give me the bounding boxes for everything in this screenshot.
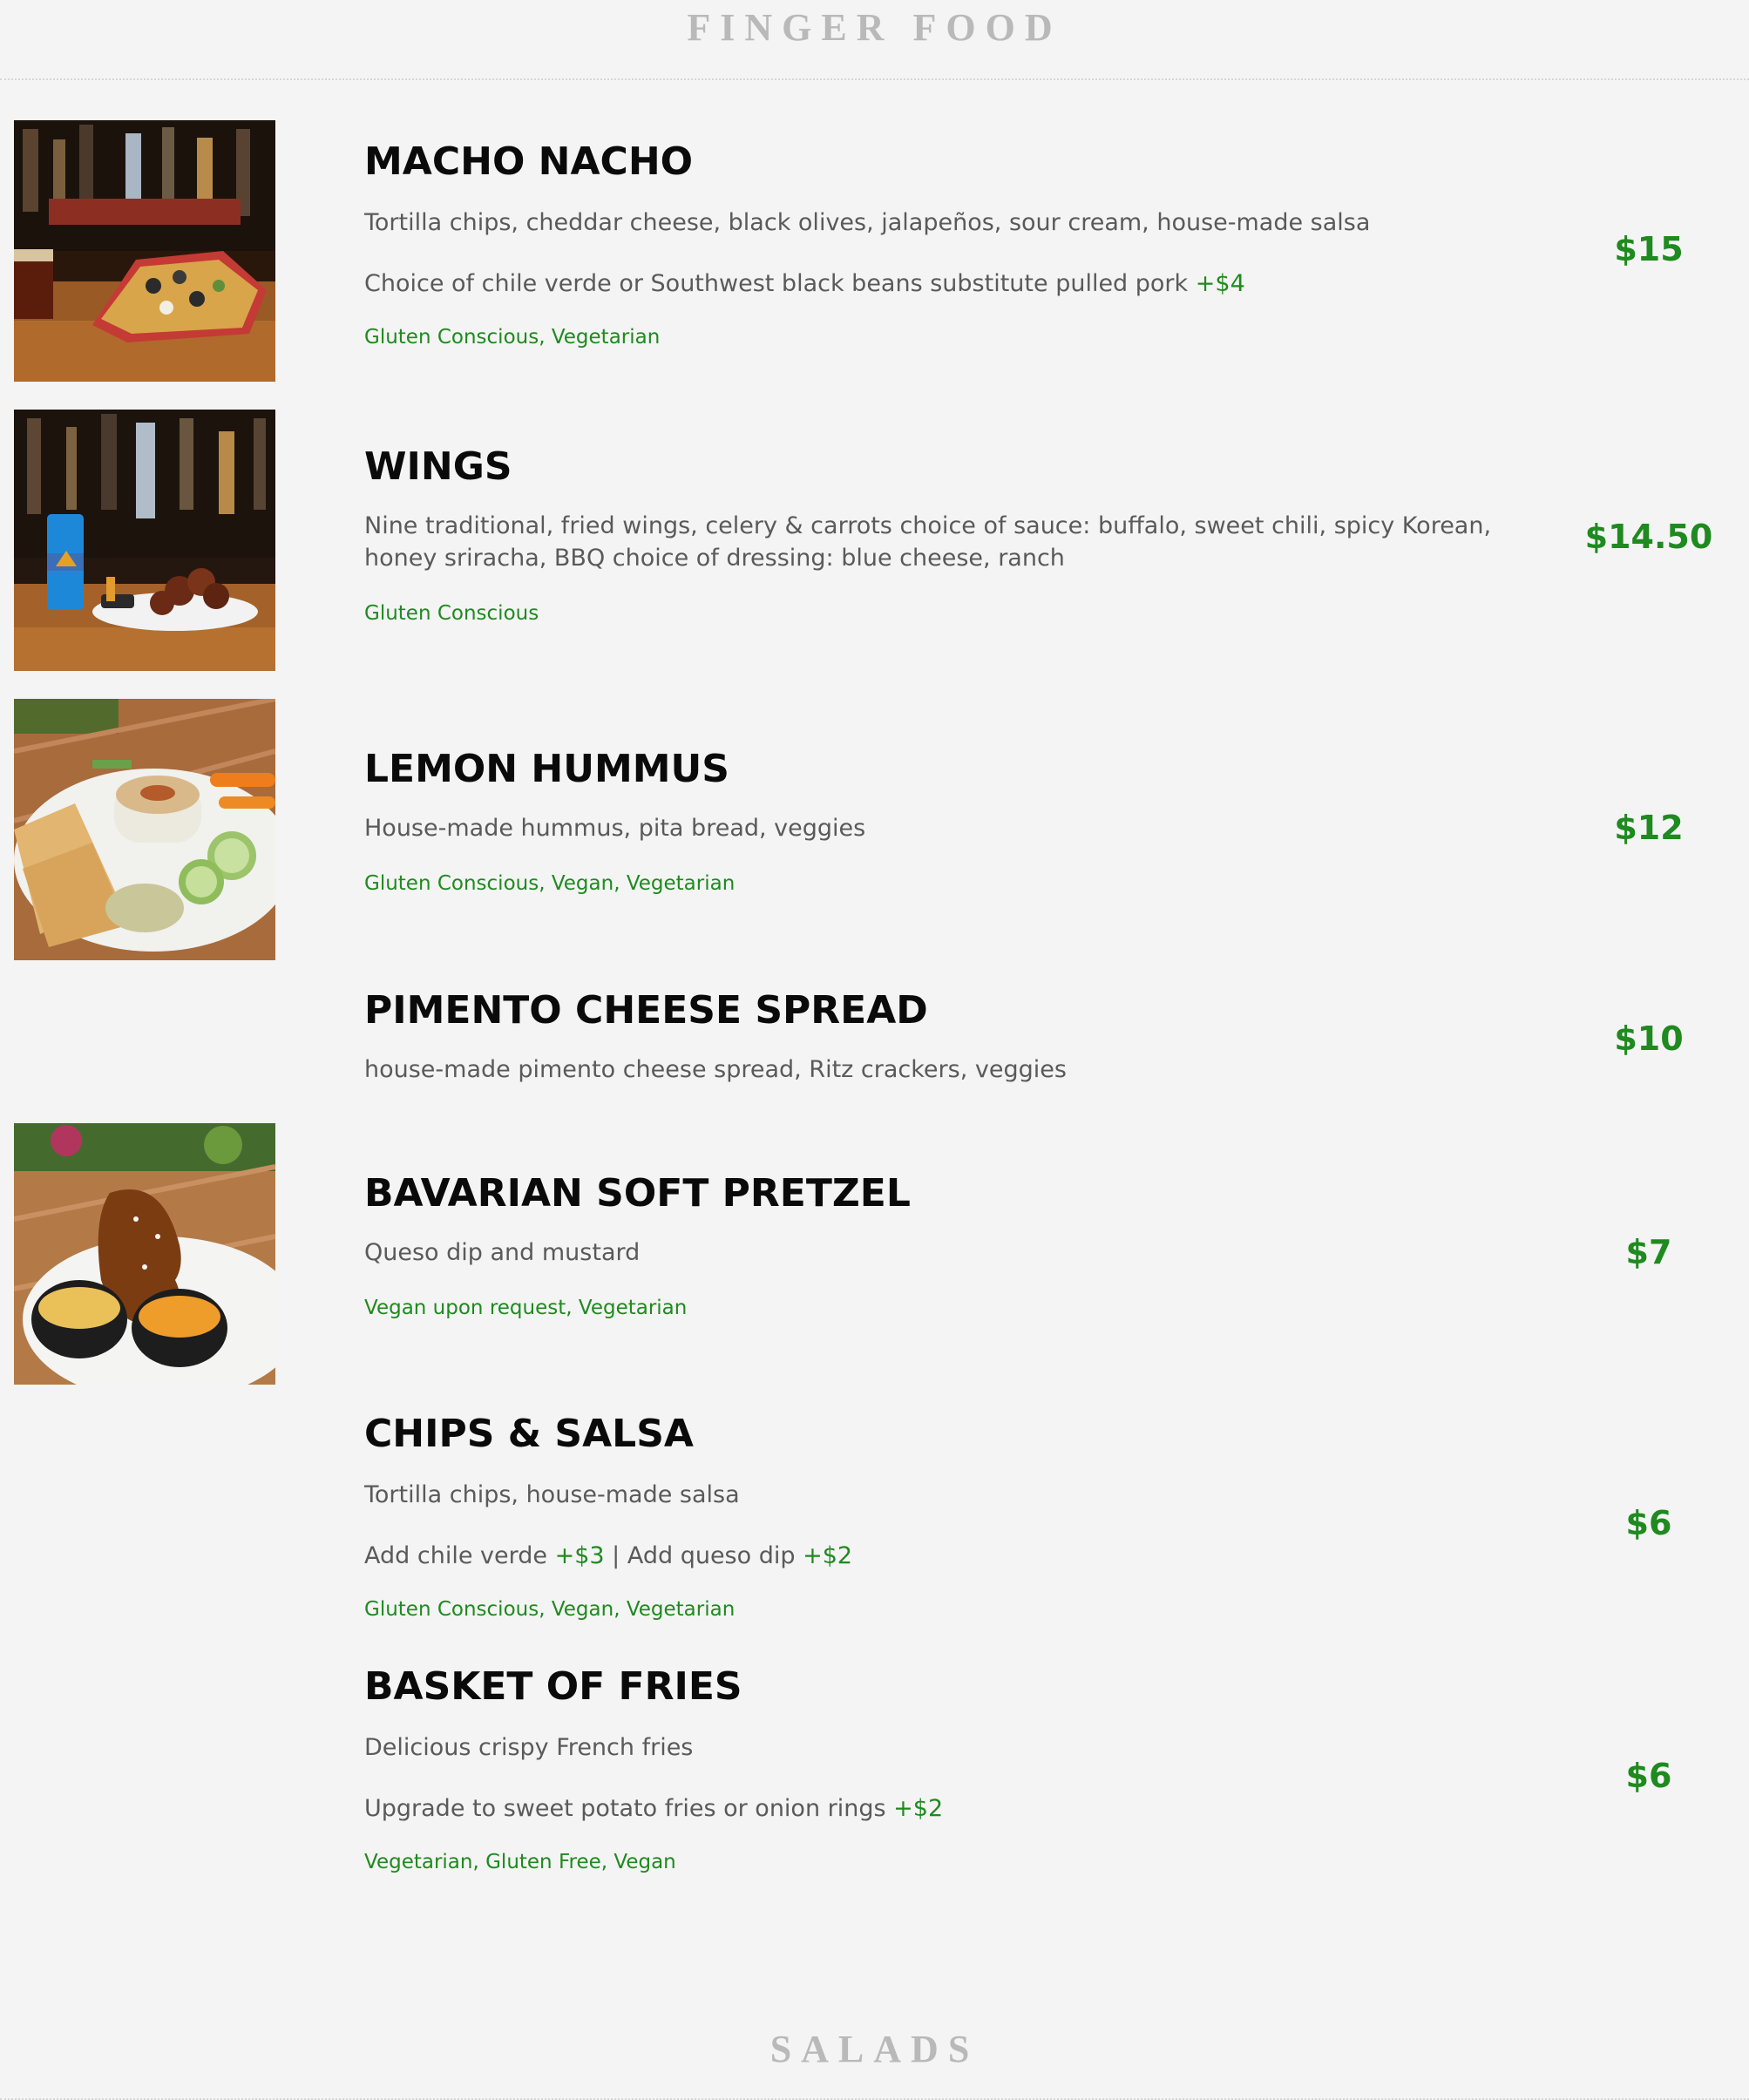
item-option: Upgrade to sweet potato fries or onion r… (364, 1792, 1558, 1825)
wings-photo[interactable] (14, 410, 275, 671)
addon-price: +$2 (893, 1794, 944, 1822)
item-name: MACHO NACHO (364, 139, 694, 184)
bavarian-soft-pretzel-photo[interactable] (14, 1123, 275, 1385)
item-description: House-made hummus, pita bread, veggies (364, 814, 866, 842)
item-name: BASKET OF FRIES (364, 1664, 742, 1709)
item-price: $15 (1614, 230, 1684, 268)
item-option: Add chile verde +$3 | Add queso dip +$2 (364, 1540, 1558, 1572)
item-price: $10 (1614, 1020, 1684, 1058)
item-description: Tortilla chips, cheddar cheese, black ol… (364, 208, 1371, 236)
item-name: LEMON HUMMUS (364, 747, 729, 791)
item-price: $6 (1625, 1504, 1672, 1542)
item-name: BAVARIAN SOFT PRETZEL (364, 1171, 911, 1216)
dietary-tags: Gluten Conscious, Vegan, Vegetarian (364, 1597, 736, 1621)
item-price: $7 (1625, 1233, 1672, 1271)
item-option: Choice of chile verde or Southwest black… (364, 268, 1558, 300)
item-price: $14.50 (1584, 518, 1713, 556)
dietary-tags: Vegan upon request, Vegetarian (364, 1296, 688, 1319)
item-description: house-made pimento cheese spread, Ritz c… (364, 1055, 1067, 1083)
addon-price: +$3 (554, 1541, 605, 1569)
item-price: $12 (1614, 809, 1684, 847)
item-name: CHIPS & SALSA (364, 1412, 694, 1456)
hummus-image (14, 699, 275, 960)
item-description: Delicious crispy French fries (364, 1733, 694, 1761)
wings-image (14, 410, 275, 671)
item-description: Nine traditional, fried wings, celery & … (364, 511, 1492, 572)
option-text: | Add queso dip (612, 1541, 796, 1569)
section-title-salads: SALADS (769, 2028, 980, 2070)
nachos-image (14, 120, 275, 382)
option-text: Add chile verde (364, 1541, 547, 1569)
section-title-finger-food: FINGER FOOD (687, 6, 1062, 49)
item-description: Queso dip and mustard (364, 1238, 641, 1266)
item-description: Tortilla chips, house-made salsa (364, 1480, 740, 1508)
dietary-tags: Gluten Conscious, Vegan, Vegetarian (364, 871, 736, 895)
item-price: $6 (1625, 1757, 1672, 1795)
dietary-tags: Gluten Conscious, Vegetarian (364, 325, 661, 349)
macho-nacho-photo[interactable] (14, 120, 275, 382)
pretzel-image (14, 1123, 275, 1385)
dietary-tags: Gluten Conscious (364, 601, 539, 625)
addon-price: +$4 (1195, 269, 1245, 297)
lemon-hummus-photo[interactable] (14, 699, 275, 960)
dietary-tags: Vegetarian, Gluten Free, Vegan (364, 1850, 676, 1873)
option-text: Choice of chile verde or Southwest black… (364, 269, 1189, 297)
item-name: PIMENTO CHEESE SPREAD (364, 988, 928, 1033)
section-divider (0, 78, 1749, 80)
option-text: Upgrade to sweet potato fries or onion r… (364, 1794, 886, 1822)
addon-price: +$2 (803, 1541, 853, 1569)
item-name: WINGS (364, 444, 512, 489)
